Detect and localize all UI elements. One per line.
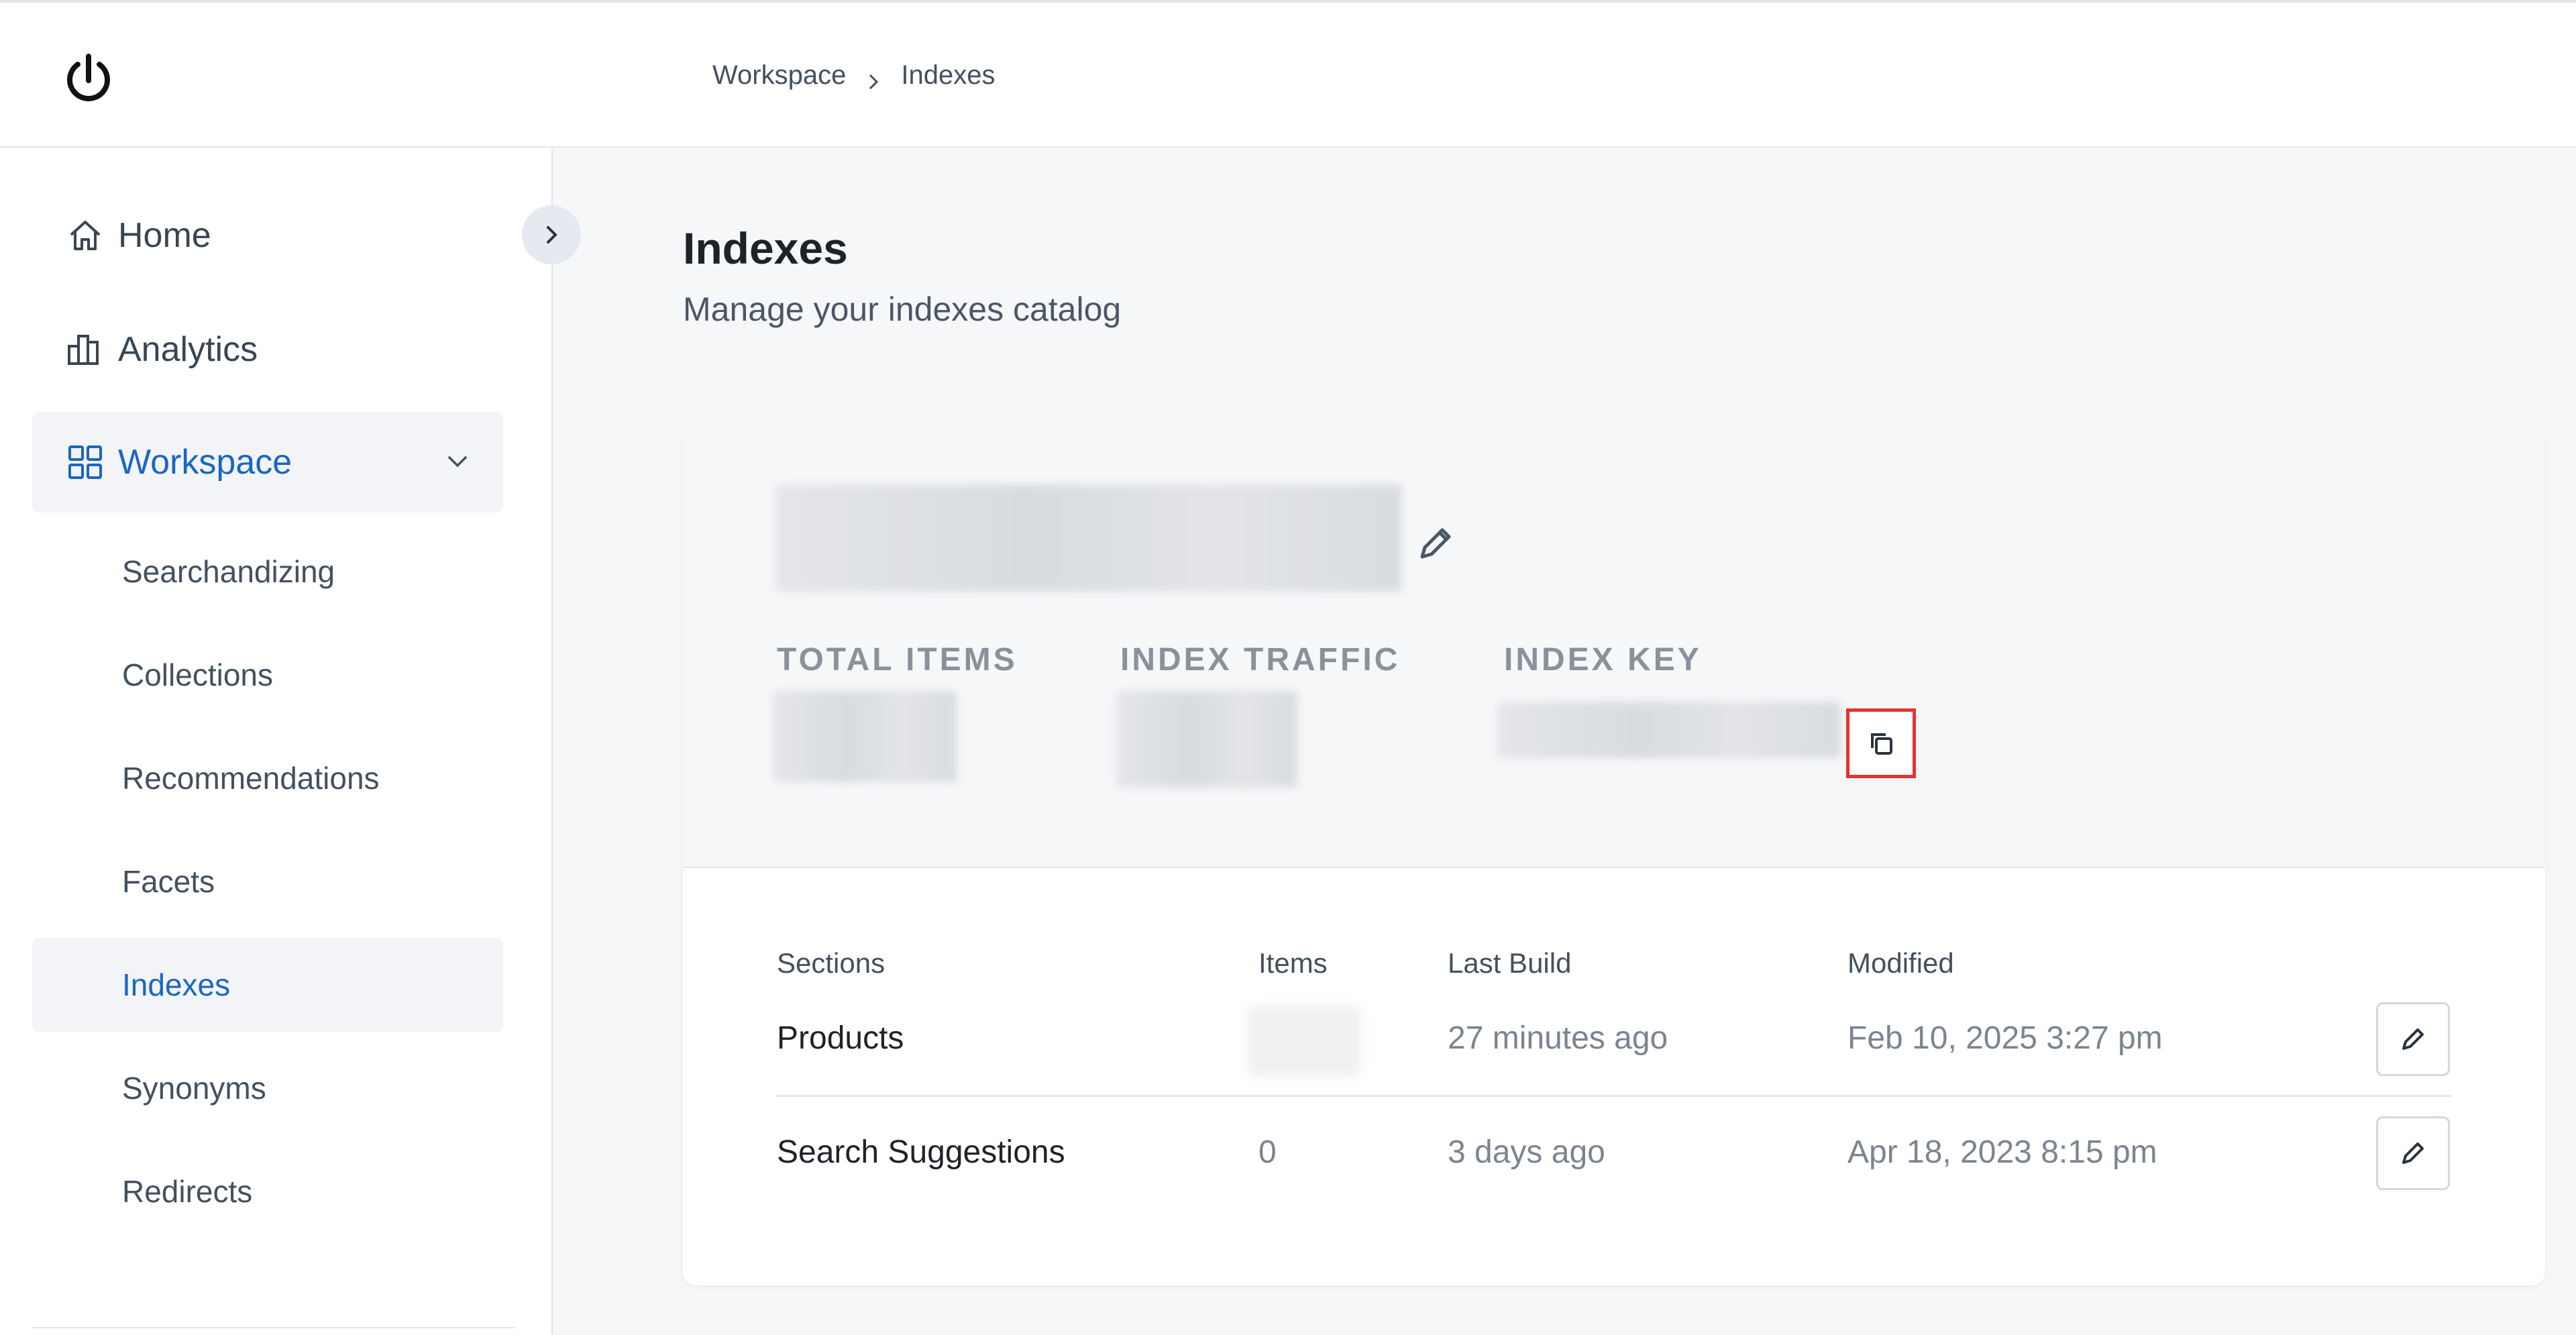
breadcrumb-workspace[interactable]: Workspace: [712, 60, 846, 91]
row-search-suggestions-section[interactable]: Search Suggestions: [777, 1134, 1065, 1171]
sidebar-item-label: Workspace: [118, 443, 292, 482]
sidebar-item-home[interactable]: Home: [32, 185, 503, 286]
power-logo-icon[interactable]: [62, 51, 115, 105]
sidebar-subitem-indexes[interactable]: Indexes: [32, 938, 503, 1032]
edit-name-pencil-icon[interactable]: [1414, 522, 1457, 565]
chevron-down-icon[interactable]: [441, 445, 474, 478]
index-key-value-redacted: [1497, 702, 1841, 758]
row-search-suggestions-modified: Apr 18, 2023 8:15 pm: [1847, 1134, 2157, 1170]
pencil-icon: [2402, 1142, 2424, 1164]
row-search-suggestions-items: 0: [1258, 1134, 1277, 1170]
column-header-items: Items: [1258, 947, 1328, 979]
sidebar-item-workspace[interactable]: Workspace: [32, 412, 503, 513]
row-products-last-build: 27 minutes ago: [1448, 1020, 1668, 1056]
edit-search-suggestions-button[interactable]: [2376, 1116, 2450, 1190]
copy-icon: [1871, 733, 1892, 755]
sidebar-subitem-searchandizing[interactable]: Searchandizing: [32, 525, 503, 619]
analytics-icon: [66, 330, 105, 369]
row-products-items-redacted: [1248, 1006, 1360, 1076]
sidebar-subitem-synonyms[interactable]: Synonyms: [32, 1041, 503, 1135]
page-title: Indexes: [683, 223, 848, 273]
row-products-section[interactable]: Products: [777, 1020, 904, 1057]
page-subtitle: Manage your indexes catalog: [683, 290, 1122, 328]
index-traffic-value-redacted: [1116, 691, 1297, 788]
breadcrumb-indexes: Indexes: [901, 60, 996, 90]
home-icon: [66, 216, 105, 255]
index-key-label: INDEX KEY: [1504, 642, 1702, 678]
sidebar-item-label: Home: [118, 216, 211, 255]
grid-icon: [66, 443, 105, 482]
row-products-modified: Feb 10, 2025 3:27 pm: [1847, 1020, 2163, 1056]
pencil-icon: [2402, 1028, 2424, 1050]
index-traffic-label: INDEX TRAFFIC: [1120, 642, 1401, 678]
breadcrumb: Workspace Indexes: [712, 60, 995, 91]
column-header-modified: Modified: [1847, 947, 1954, 979]
sidebar-item-analytics[interactable]: Analytics: [32, 299, 503, 400]
column-header-sections: Sections: [777, 947, 885, 979]
column-header-last-build: Last Build: [1448, 947, 1572, 979]
sidebar-subitem-collections[interactable]: Collections: [32, 628, 503, 722]
sidebar-subitem-recommendations[interactable]: Recommendations: [32, 731, 503, 825]
copy-index-key-button[interactable]: [1846, 708, 1916, 778]
sidebar-toggle-button[interactable]: [522, 205, 581, 264]
sidebar-subitem-redirects[interactable]: Redirects: [32, 1144, 503, 1238]
sidebar-subitem-facets[interactable]: Facets: [32, 835, 503, 928]
total-items-label: TOTAL ITEMS: [777, 642, 1018, 678]
top-bar: Workspace Indexes: [0, 0, 2576, 148]
chevron-right-icon: [865, 67, 882, 89]
row-search-suggestions-last-build: 3 days ago: [1448, 1134, 1605, 1170]
edit-products-button[interactable]: [2376, 1002, 2450, 1076]
sidebar-divider: [32, 1327, 515, 1328]
index-name-redacted: [775, 484, 1402, 592]
table-row-divider: [777, 1095, 2451, 1097]
total-items-value-redacted: [773, 691, 957, 782]
sidebar-item-label: Analytics: [118, 330, 258, 369]
